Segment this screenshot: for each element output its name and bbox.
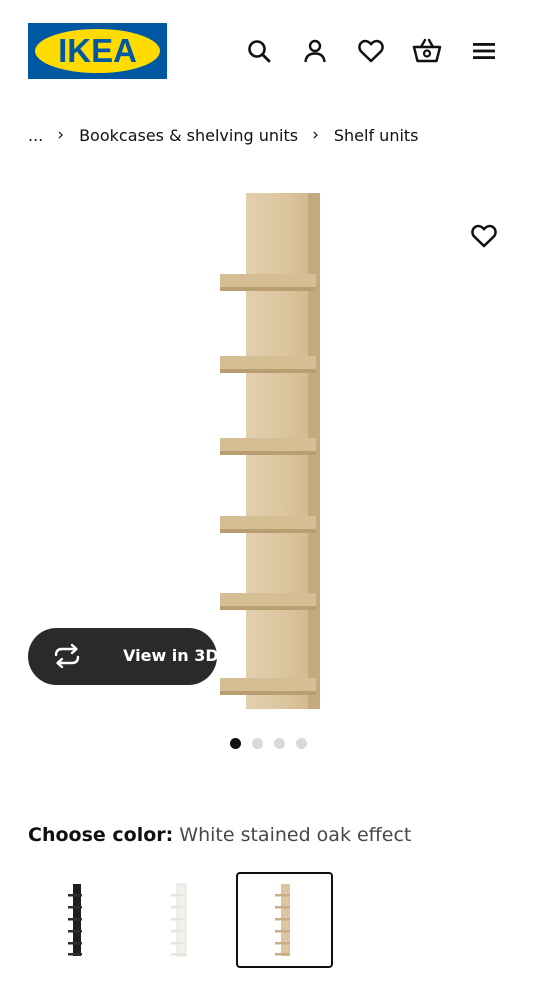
registered-mark: ® [148,35,154,42]
site-header: IKEA ® [0,0,535,100]
basket-icon[interactable] [412,36,442,66]
rotate-3d-icon [52,643,82,669]
product-image[interactable] [216,190,326,712]
add-to-favourites-button[interactable] [469,223,499,253]
carousel-dot[interactable] [274,738,285,749]
image-carousel-dots [230,738,307,749]
choose-color-label: Choose color: [28,824,174,846]
color-chooser-heading: Choose color: White stained oak effect [28,824,411,846]
color-swatch-black-brown[interactable] [28,872,125,968]
chevron-right-icon: › [312,125,319,145]
heart-icon [470,223,498,253]
breadcrumb-ellipsis[interactable]: ... [28,126,43,145]
search-icon[interactable] [244,36,274,66]
breadcrumb: ... › Bookcases & shelving units › Shelf… [28,122,419,148]
ikea-logo[interactable]: IKEA ® [28,23,167,79]
menu-icon[interactable] [469,36,499,66]
logo-text: IKEA [58,32,137,69]
breadcrumb-shelf-units[interactable]: Shelf units [334,126,419,145]
heart-icon[interactable] [356,36,386,66]
color-swatch-white-stained-oak[interactable] [236,872,333,968]
breadcrumb-bookcases[interactable]: Bookcases & shelving units [79,126,298,145]
carousel-dot[interactable] [296,738,307,749]
color-swatch-white[interactable] [132,872,229,968]
chevron-right-icon: › [57,125,65,145]
selected-color-value: White stained oak effect [179,824,412,846]
carousel-dot[interactable] [230,738,241,749]
view-in-3d-button[interactable]: View in 3D [28,628,219,685]
carousel-dot[interactable] [252,738,263,749]
account-icon[interactable] [300,36,330,66]
view-in-3d-label: View in 3D [123,646,219,665]
